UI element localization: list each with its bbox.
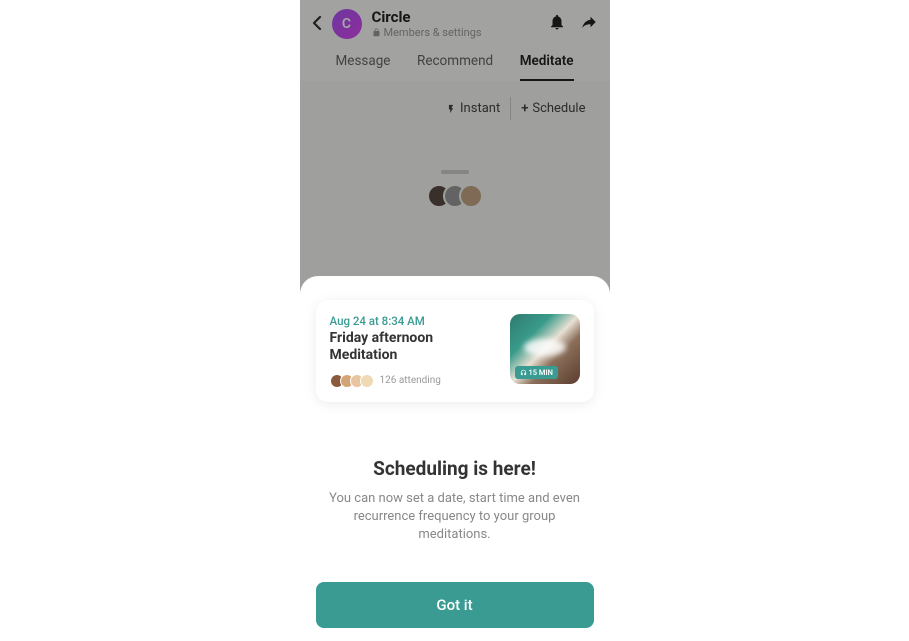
subtitle: Members & settings bbox=[372, 26, 538, 39]
avatar-letter: C bbox=[342, 16, 351, 32]
avatar-small bbox=[459, 184, 483, 208]
bell-icon[interactable] bbox=[548, 13, 566, 35]
phone-screen: C Circle Members & settings Message Re bbox=[300, 0, 610, 641]
lightning-icon bbox=[446, 104, 456, 114]
page-title: Circle bbox=[372, 8, 538, 26]
subtitle-text: Members & settings bbox=[384, 26, 482, 39]
instant-button[interactable]: Instant bbox=[436, 97, 511, 120]
event-title: Friday afternoon Meditation bbox=[330, 330, 498, 364]
header-row: C Circle Members & settings bbox=[312, 8, 598, 39]
sheet-description: You can now set a date, start time and e… bbox=[316, 490, 594, 545]
tab-message[interactable]: Message bbox=[336, 53, 391, 81]
event-card[interactable]: Aug 24 at 8:34 AM Friday afternoon Medit… bbox=[316, 300, 594, 402]
title-block[interactable]: Circle Members & settings bbox=[372, 8, 538, 39]
got-it-button[interactable]: Got it bbox=[316, 582, 594, 628]
sheet-title: Scheduling is here! bbox=[316, 457, 594, 480]
instant-label: Instant bbox=[460, 101, 500, 116]
center-area bbox=[300, 136, 610, 256]
tabs: Message Recommend Meditate bbox=[312, 39, 598, 81]
headphones-icon bbox=[520, 369, 527, 376]
event-image: 15 MIN bbox=[510, 314, 580, 384]
back-button[interactable] bbox=[312, 12, 322, 36]
header-icons bbox=[548, 13, 598, 35]
mini-avatar bbox=[360, 374, 374, 388]
schedule-button[interactable]: + Schedule bbox=[511, 97, 595, 120]
bottom-sheet: Aug 24 at 8:34 AM Friday afternoon Medit… bbox=[300, 276, 610, 641]
plus-icon: + bbox=[521, 101, 528, 116]
tab-recommend[interactable]: Recommend bbox=[417, 53, 493, 81]
avatars-preview bbox=[427, 184, 483, 208]
drag-handle[interactable] bbox=[441, 170, 469, 174]
schedule-label: Schedule bbox=[532, 101, 585, 116]
share-icon[interactable] bbox=[580, 13, 598, 35]
action-row: Instant + Schedule bbox=[300, 81, 610, 136]
lock-icon bbox=[372, 28, 381, 37]
attendees-row: 126 attending bbox=[330, 374, 498, 388]
mini-avatars bbox=[330, 374, 374, 388]
event-date: Aug 24 at 8:34 AM bbox=[330, 314, 498, 328]
tab-meditate[interactable]: Meditate bbox=[520, 53, 574, 81]
header: C Circle Members & settings Message Re bbox=[300, 0, 610, 81]
circle-avatar[interactable]: C bbox=[332, 9, 362, 39]
duration-text: 15 MIN bbox=[529, 368, 553, 377]
duration-badge: 15 MIN bbox=[515, 366, 558, 379]
attendees-count: 126 attending bbox=[380, 375, 441, 386]
card-content: Aug 24 at 8:34 AM Friday afternoon Medit… bbox=[330, 314, 498, 388]
